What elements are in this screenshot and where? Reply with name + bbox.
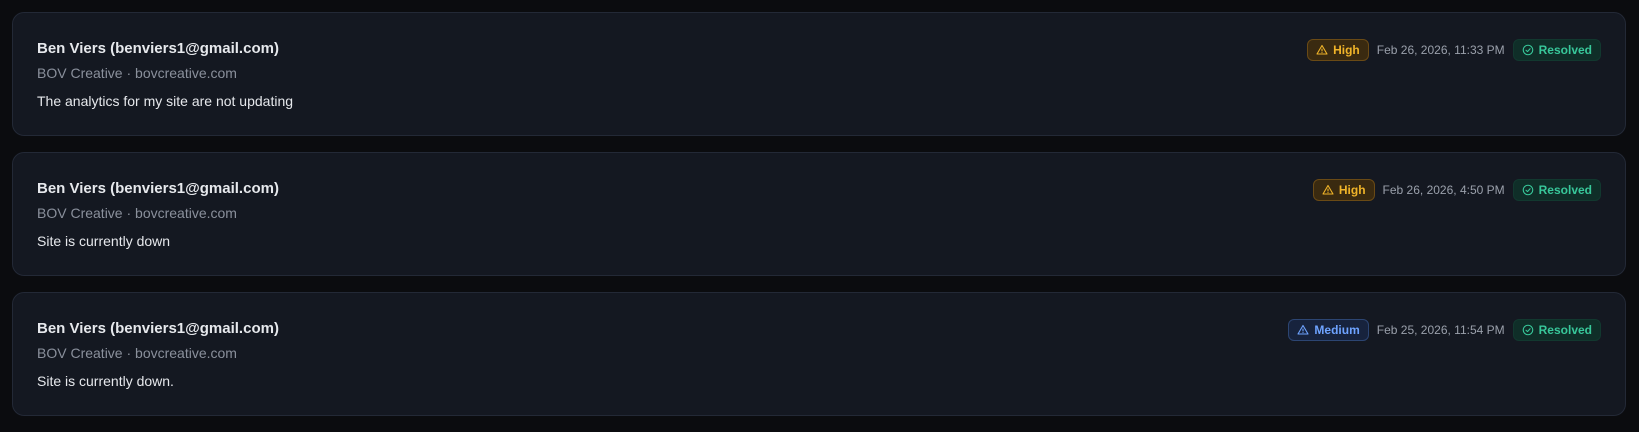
status-badge: Resolved <box>1512 39 1601 61</box>
ticket-card[interactable]: Ben Viers (benviers1@gmail.com) BOV Crea… <box>12 292 1626 416</box>
check-circle-icon <box>1522 184 1533 196</box>
ticket-meta: High Feb 26, 2026, 4:50 PM Resolved <box>1312 179 1601 201</box>
status-badge: Resolved <box>1512 319 1601 341</box>
ticket-card[interactable]: Ben Viers (benviers1@gmail.com) BOV Crea… <box>12 12 1626 136</box>
ticket-date: Feb 25, 2026, 11:54 PM <box>1376 323 1505 337</box>
ticket-company: BOV Creative · bovcreative.com <box>37 65 237 81</box>
check-circle-icon <box>1522 44 1533 56</box>
ticket-meta: Medium Feb 25, 2026, 11:54 PM Resolved <box>1288 319 1601 341</box>
priority-badge: High <box>1312 179 1375 201</box>
ticket-requester: Ben Viers (benviers1@gmail.com) <box>37 180 279 197</box>
ticket-message: Site is currently down. <box>37 373 174 389</box>
ticket-card[interactable]: Ben Viers (benviers1@gmail.com) BOV Crea… <box>12 152 1626 276</box>
priority-badge: High <box>1307 39 1369 61</box>
status-label: Resolved <box>1538 323 1592 337</box>
ticket-requester: Ben Viers (benviers1@gmail.com) <box>37 40 279 57</box>
ticket-date: Feb 26, 2026, 11:33 PM <box>1376 43 1505 57</box>
ticket-list: Ben Viers (benviers1@gmail.com) BOV Crea… <box>12 12 1626 432</box>
priority-label: Medium <box>1314 323 1360 337</box>
ticket-company: BOV Creative · bovcreative.com <box>37 205 237 221</box>
check-circle-icon <box>1522 324 1533 336</box>
ticket-requester: Ben Viers (benviers1@gmail.com) <box>37 320 279 337</box>
ticket-message: Site is currently down <box>37 233 171 249</box>
status-label: Resolved <box>1538 183 1592 197</box>
priority-label: High <box>1333 43 1360 57</box>
ticket-company: BOV Creative · bovcreative.com <box>37 345 237 361</box>
warning-triangle-icon <box>1297 324 1309 335</box>
status-label: Resolved <box>1538 43 1592 57</box>
ticket-meta: High Feb 26, 2026, 11:33 PM Resolved <box>1307 39 1601 61</box>
priority-badge: Medium <box>1288 319 1369 341</box>
status-badge: Resolved <box>1512 179 1601 201</box>
warning-triangle-icon <box>1316 44 1328 55</box>
ticket-message: The analytics for my site are not updati… <box>37 93 294 109</box>
priority-label: High <box>1338 183 1366 197</box>
warning-triangle-icon <box>1322 184 1334 195</box>
ticket-date: Feb 26, 2026, 4:50 PM <box>1382 183 1505 197</box>
